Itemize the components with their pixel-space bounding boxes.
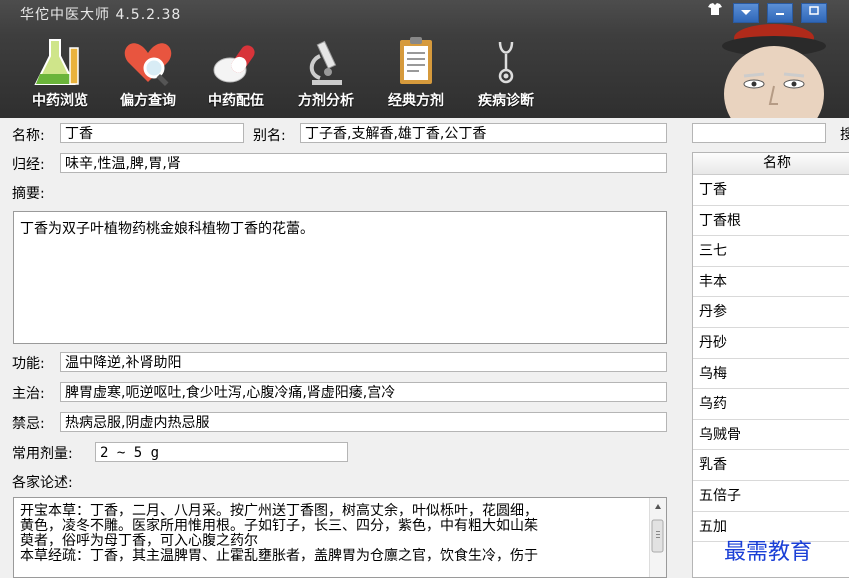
name-field[interactable]: 丁香: [60, 123, 244, 143]
discussion-scrollbar[interactable]: [649, 498, 666, 577]
toolbar-label: 偏方查询: [120, 93, 176, 109]
list-item[interactable]: 丹砂: [693, 328, 849, 359]
name-label: 名称:: [12, 128, 45, 144]
list-item[interactable]: 丰本: [693, 267, 849, 298]
window-title: 华佗中医大师 4.5.2.38: [20, 7, 182, 23]
toolbar-classic-formula[interactable]: 经典方剂: [378, 34, 454, 110]
toolbar-herb-combine[interactable]: 中药配伍: [198, 34, 274, 110]
toolbar-remedy-search[interactable]: 偏方查询: [110, 34, 186, 110]
skin-icon[interactable]: [703, 3, 727, 21]
dose-label: 常用剂量:: [12, 446, 73, 462]
function-field[interactable]: 温中降逆,补肾助阳: [60, 352, 667, 372]
title-toolbar-area: 华佗中医大师 4.5.2.38 中药浏览 偏方查询 中药配伍 方剂分析 经典方剂…: [0, 0, 849, 118]
discussion-line: 黄色，凌冬不雕。医家所用惟用根。子如钉子，长三、四分，紫色，中有粗大如山茱: [20, 518, 538, 534]
toolbar-label: 疾病诊断: [478, 93, 534, 109]
list-item[interactable]: 丁香根: [693, 206, 849, 237]
toolbar-disease-diagnosis[interactable]: 疾病诊断: [468, 34, 544, 110]
toolbar-label: 中药浏览: [32, 93, 88, 109]
avatar: [700, 24, 849, 118]
toolbar-formula-analysis[interactable]: 方剂分析: [288, 34, 364, 110]
herb-search-input[interactable]: [692, 123, 826, 143]
discussion-line: 本草经疏：丁香，其主温脾胃、止霍乱壅胀者，盖脾胃为仓廪之官，饮食生冷，伤于: [20, 548, 538, 564]
toolbar-label: 中药配伍: [208, 93, 264, 109]
list-item[interactable]: 乌梅: [693, 359, 849, 390]
indication-field[interactable]: 脾胃虚寒,呃逆呕吐,食少吐泻,心腹冷痛,肾虚阳痿,宫冷: [60, 382, 667, 402]
minimize-button[interactable]: [767, 3, 793, 23]
list-column-header[interactable]: 名称: [693, 153, 849, 175]
window-controls: [703, 3, 849, 23]
watermark-text: 最需教育: [724, 540, 813, 565]
function-label: 功能:: [12, 356, 45, 372]
meridian-field[interactable]: 味辛,性温,脾,胃,肾: [60, 153, 667, 173]
meridian-label: 归经:: [12, 157, 45, 173]
list-item[interactable]: 乌贼骨: [693, 420, 849, 451]
discussion-textarea[interactable]: 开宝本草：丁香，二月、八月采。按广州送丁香图，树高丈余，叶似栎叶，花圆细， 黄色…: [13, 497, 667, 578]
herb-list: 名称 丁香 丁香根 三七 丰本 丹参 丹砂 乌梅 乌药 乌贼骨 乳香 五倍子 五…: [692, 152, 849, 578]
pills-icon: [208, 34, 264, 90]
discussion-line: 萸者，俗呼为母丁香，可入心腹之药尔: [20, 533, 258, 549]
toolbar-label: 方剂分析: [298, 93, 354, 109]
indication-label: 主治:: [12, 386, 45, 402]
list-item[interactable]: 丹参: [693, 297, 849, 328]
toolbar-label: 经典方剂: [388, 93, 444, 109]
toolbar-herb-browse[interactable]: 中药浏览: [22, 34, 98, 110]
list-item[interactable]: 乳香: [693, 450, 849, 481]
list-item[interactable]: 五倍子: [693, 481, 849, 512]
maximize-button[interactable]: [801, 3, 827, 23]
alias-field[interactable]: 丁子香,支解香,雄丁香,公丁香: [300, 123, 667, 143]
contraindication-label: 禁忌:: [12, 416, 45, 432]
list-item[interactable]: 三七: [693, 236, 849, 267]
search-button[interactable]: 搜: [840, 124, 849, 144]
dose-field[interactable]: 2 ~ 5 g: [95, 442, 348, 462]
menu-dropdown-button[interactable]: [733, 3, 759, 23]
summary-textarea[interactable]: 丁香为双子叶植物药桃金娘科植物丁香的花蕾。: [13, 211, 667, 344]
microscope-icon: [298, 34, 354, 90]
contraindication-field[interactable]: 热病忌服,阴虚内热忌服: [60, 412, 667, 432]
discussion-label: 各家论述:: [12, 475, 73, 491]
list-item[interactable]: 乌药: [693, 389, 849, 420]
summary-text: 丁香为双子叶植物药桃金娘科植物丁香的花蕾。: [20, 221, 314, 237]
discussion-line: 开宝本草：丁香，二月、八月采。按广州送丁香图，树高丈余，叶似栎叶，花圆细，: [20, 503, 538, 519]
heart-search-icon: [120, 34, 176, 90]
alias-label: 别名:: [253, 128, 286, 144]
clipboard-icon: [388, 34, 444, 90]
flask-icon: [32, 34, 88, 90]
stethoscope-icon: [478, 34, 534, 90]
list-item[interactable]: 丁香: [693, 175, 849, 206]
summary-label: 摘要:: [12, 186, 45, 202]
